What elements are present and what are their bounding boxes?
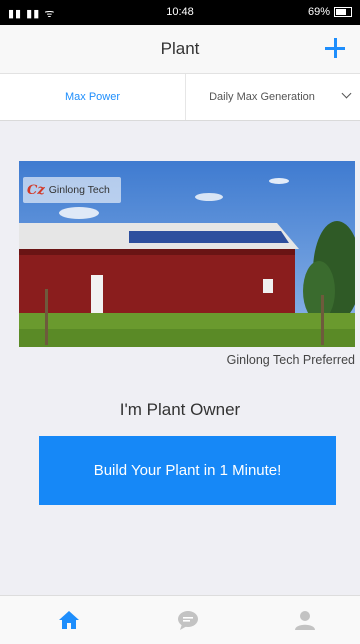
status-time: 10:48 <box>166 6 194 18</box>
tab-daily-label: Daily Max Generation <box>209 91 315 103</box>
battery-percent: 69% <box>307 6 330 18</box>
messages-tab[interactable] <box>176 608 200 632</box>
status-right: 69% <box>308 6 352 18</box>
add-plant-button[interactable] <box>320 33 350 63</box>
plant-owner-label: I'm Plant Owner <box>119 400 241 419</box>
tab-max-power[interactable]: Max Power <box>0 74 186 120</box>
ginlong-logo-icon: Cz <box>27 182 45 198</box>
home-icon <box>59 611 79 629</box>
build-plant-button[interactable]: Build Your Plant in 1 Minute! <box>39 436 336 505</box>
nav-bar: Plant <box>0 25 360 74</box>
profile-tab[interactable] <box>293 608 317 632</box>
tab-daily-max-generation[interactable]: Daily Max Generation <box>186 74 360 120</box>
tab-row: Max Power Daily Max Generation <box>0 74 360 121</box>
banner-image: Cz Ginlong Tech <box>19 161 355 347</box>
status-bar: ▮▮ ▮▮ ᯤ 10:48 69% <box>0 0 360 25</box>
chevron-down-icon <box>341 88 352 99</box>
page-title: Plant <box>160 39 200 58</box>
battery-icon <box>334 7 352 17</box>
watermark-text: Ginlong Tech <box>48 184 110 196</box>
banner-caption: Ginlong Tech Preferred <box>226 353 355 367</box>
bottom-tab-bar <box>0 595 360 644</box>
chat-bubble-icon <box>178 611 198 630</box>
watermark-badge: Cz Ginlong Tech <box>23 177 121 203</box>
user-icon <box>295 611 315 630</box>
home-tab[interactable] <box>57 608 81 632</box>
